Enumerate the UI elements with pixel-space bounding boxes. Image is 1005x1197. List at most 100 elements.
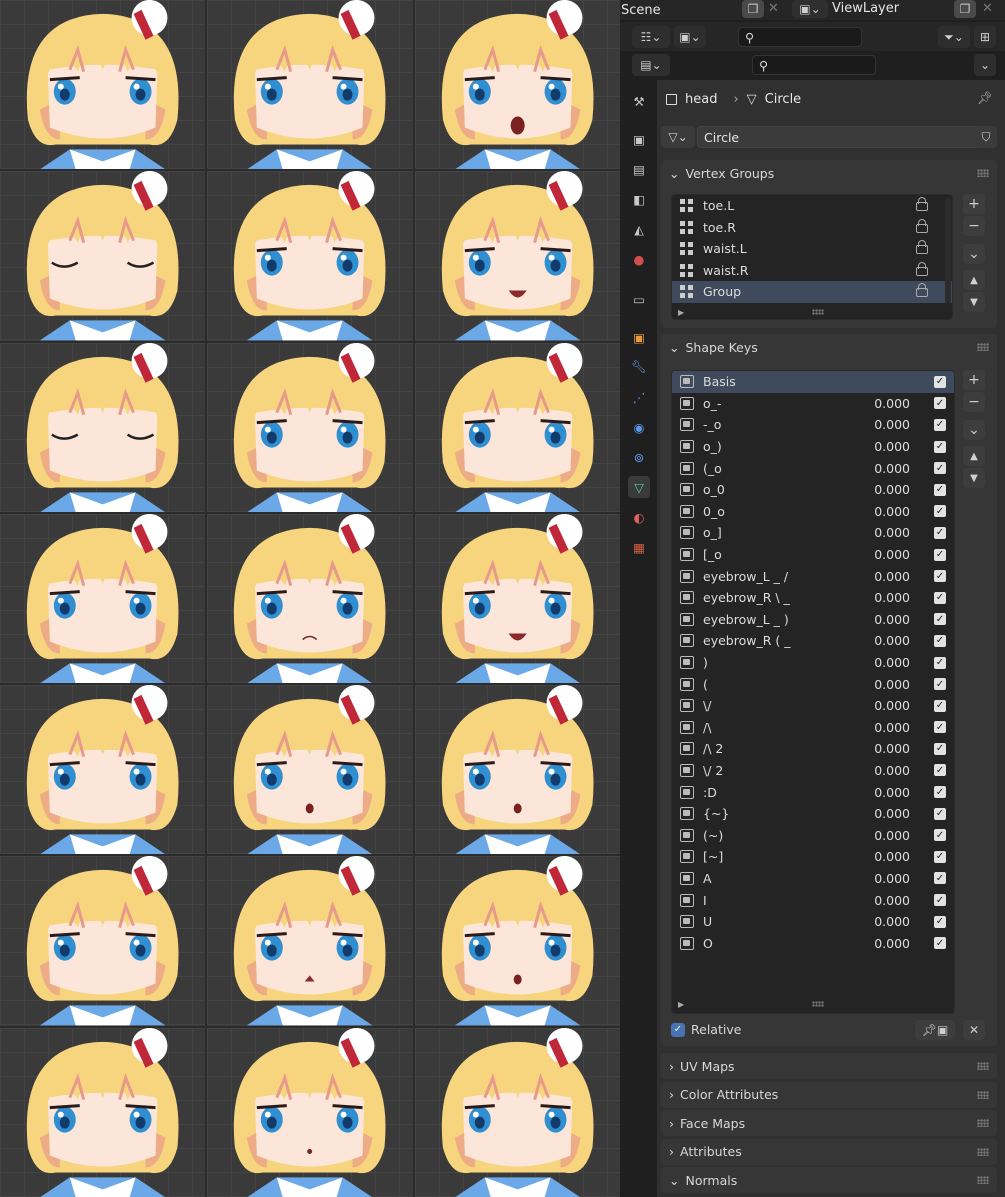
shape-key-mute-checkbox[interactable]: ✓ <box>934 742 946 755</box>
drag-handle-icon[interactable] <box>977 169 989 177</box>
shape-key-mute-checkbox[interactable]: ✓ <box>934 786 946 799</box>
vertex-group-row[interactable]: Group <box>672 281 952 303</box>
vertex-group-scrollbar[interactable] <box>945 198 951 304</box>
shape-key-row[interactable]: U 0.000 ✓ <box>672 911 954 933</box>
shape-key-move-down-button[interactable]: ▼ <box>963 468 985 488</box>
shape-key-value[interactable]: 0.000 <box>874 439 910 454</box>
properties-search-input[interactable]: ⚲ <box>752 55 876 75</box>
clear-shape-keys-icon[interactable]: ✕ <box>963 1020 985 1040</box>
shape-key-lock-pin-icon[interactable]: 📌︎▣ <box>915 1020 955 1040</box>
new-viewlayer-icon[interactable]: ❐ <box>954 0 976 18</box>
collapsed-section[interactable]: › Face Maps <box>661 1110 997 1137</box>
shape-key-value[interactable]: 0.000 <box>874 720 910 735</box>
move-up-button[interactable]: ▲ <box>963 270 985 290</box>
shape-key-value[interactable]: 0.000 <box>874 936 910 951</box>
remove-vertex-group-button[interactable]: − <box>963 216 985 236</box>
shape-key-value[interactable]: 0.000 <box>874 655 910 670</box>
shape-key-row[interactable]: I 0.000 ✓ <box>672 889 954 911</box>
shape-key-mute-checkbox[interactable]: ✓ <box>934 505 946 518</box>
output-tab-icon[interactable]: ▤ <box>628 158 650 180</box>
tool-tab-icon[interactable]: ⚒ <box>628 90 650 112</box>
data-tab-icon[interactable]: ▽ <box>628 476 650 498</box>
vertex-group-row[interactable]: toe.L <box>672 195 952 217</box>
new-collection-icon[interactable]: ⊞ <box>974 26 996 48</box>
list-expand-icon[interactable]: ▶ <box>678 308 684 317</box>
lock-icon[interactable] <box>916 197 928 211</box>
shape-key-row[interactable]: A 0.000 ✓ <box>672 868 954 890</box>
shape-key-mute-checkbox[interactable]: ✓ <box>934 526 946 539</box>
drag-handle-icon[interactable] <box>977 1176 989 1185</box>
shape-key-row[interactable]: Basis ✓ <box>672 371 954 393</box>
drag-handle-icon[interactable] <box>977 1090 989 1099</box>
shape-key-row[interactable]: eyebrow_L _ ) 0.000 ✓ <box>672 609 954 631</box>
shape-key-value[interactable]: 0.000 <box>874 525 910 540</box>
shape-key-value[interactable]: 0.000 <box>874 849 910 864</box>
collapsed-section[interactable]: › Attributes <box>661 1138 997 1165</box>
add-vertex-group-button[interactable]: + <box>963 194 985 214</box>
constraints-tab-icon[interactable]: ⊚ <box>628 446 650 468</box>
shape-key-mute-checkbox[interactable]: ✓ <box>934 483 946 496</box>
mesh-browse-icon[interactable]: ▽⌄ <box>661 126 695 148</box>
close-scene-icon[interactable]: ✕ <box>768 1 779 16</box>
shape-key-mute-checkbox[interactable]: ✓ <box>934 548 946 561</box>
vertex-group-row[interactable]: toe.R <box>672 217 952 239</box>
shape-key-row[interactable]: (~) 0.000 ✓ <box>672 824 954 846</box>
shape-key-mute-checkbox[interactable]: ✓ <box>934 570 946 583</box>
shape-key-row[interactable]: /\ 2 0.000 ✓ <box>672 738 954 760</box>
vertex-group-row[interactable]: waist.L <box>672 238 952 260</box>
shape-key-row[interactable]: O 0.000 ✓ <box>672 932 954 954</box>
shape-key-mute-checkbox[interactable]: ✓ <box>934 634 946 647</box>
collapsed-section[interactable]: ⌄ Normals <box>661 1167 997 1194</box>
add-shape-key-button[interactable]: + <box>963 370 985 390</box>
shape-key-value[interactable]: 0.000 <box>874 763 910 778</box>
shape-key-value[interactable]: 0.000 <box>874 590 910 605</box>
shape-key-mute-checkbox[interactable]: ✓ <box>934 850 946 863</box>
pin-icon[interactable]: 📌︎ <box>977 90 993 106</box>
shape-key-value[interactable]: 0.000 <box>874 806 910 821</box>
shape-key-mute-checkbox[interactable]: ✓ <box>934 894 946 907</box>
shape-key-row[interactable]: eyebrow_R \ _ 0.000 ✓ <box>672 587 954 609</box>
shape-key-value[interactable]: 0.000 <box>874 396 910 411</box>
editor-type-icon[interactable]: ▤⌄ <box>632 54 670 76</box>
options-dropdown-icon[interactable]: ⌄ <box>974 54 996 76</box>
shape-key-mute-checkbox[interactable]: ✓ <box>934 937 946 950</box>
shape-key-mute-checkbox[interactable]: ✓ <box>934 699 946 712</box>
shape-key-specials-button[interactable]: ⌄ <box>963 420 985 440</box>
shape-key-mute-checkbox[interactable]: ✓ <box>934 829 946 842</box>
shape-key-value[interactable]: 0.000 <box>874 417 910 432</box>
viewport-grid[interactable] <box>0 0 620 1197</box>
shape-key-row[interactable]: o_- 0.000 ✓ <box>672 393 954 415</box>
shape-key-row[interactable]: eyebrow_R ( _ 0.000 ✓ <box>672 630 954 652</box>
shape-key-mute-checkbox[interactable]: ✓ <box>934 872 946 885</box>
material-tab-icon[interactable]: ◐ <box>628 506 650 528</box>
shape-key-row[interactable]: {~} 0.000 ✓ <box>672 803 954 825</box>
shape-keys-header[interactable]: ⌄ Shape Keys <box>661 334 997 360</box>
shape-key-value[interactable]: 0.000 <box>874 893 910 908</box>
move-down-button[interactable]: ▼ <box>963 292 985 312</box>
shape-key-row[interactable]: (0.000 ✓ <box>672 673 954 695</box>
shape-key-row[interactable]: o_) 0.000 ✓ <box>672 436 954 458</box>
shape-key-row[interactable]: 0_o 0.000 ✓ <box>672 501 954 523</box>
collection-tab-icon[interactable]: ▭ <box>628 288 650 310</box>
shape-key-row[interactable]: o_] 0.000 ✓ <box>672 522 954 544</box>
viewlayer-browse-icon[interactable]: ▣⌄ <box>792 0 828 18</box>
shape-key-value[interactable]: 0.000 <box>874 482 910 497</box>
shape-key-value[interactable]: 0.000 <box>874 871 910 886</box>
drag-handle-icon[interactable] <box>977 1062 989 1070</box>
shape-key-row[interactable]: ) 0.000 ✓ <box>672 652 954 674</box>
texture-tab-icon[interactable]: ▦ <box>628 536 650 558</box>
lock-icon[interactable] <box>916 261 928 276</box>
shape-key-value[interactable]: 0.000 <box>874 461 910 476</box>
shape-key-value[interactable]: 0.000 <box>874 612 910 627</box>
vertex-groups-header[interactable]: ⌄ Vertex Groups <box>661 160 997 186</box>
shape-key-list[interactable]: Basis ✓ o_- 0.000 ✓ -_o 0.000 ✓ o_) 0.000 ✓ (_o 0.00… <box>671 370 955 1014</box>
shape-key-value[interactable]: 0.000 <box>874 633 910 648</box>
fake-user-icon[interactable]: ⛉ <box>975 126 997 148</box>
filter-icon[interactable]: ⏷⌄ <box>938 26 970 48</box>
collapsed-section[interactable]: › UV Maps <box>661 1053 997 1079</box>
list-expand-icon[interactable]: ▶ <box>678 1000 684 1009</box>
mesh-name-field[interactable]: Circle <box>697 126 993 148</box>
render-tab-icon[interactable]: ▣ <box>628 128 650 150</box>
scene-tab-icon[interactable]: ◭ <box>628 218 650 240</box>
modifier-tab-icon[interactable]: 🔧︎ <box>628 356 650 378</box>
